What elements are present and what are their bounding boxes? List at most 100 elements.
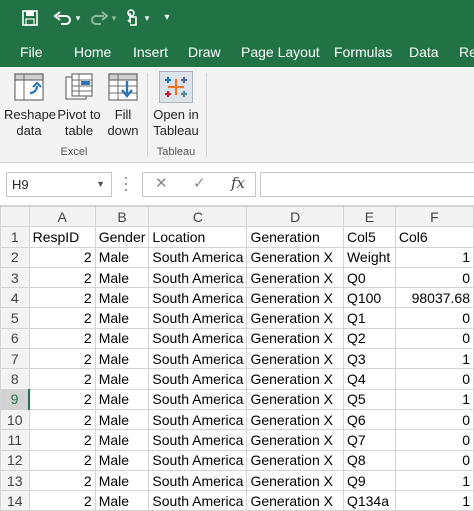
- cell[interactable]: Generation X: [246, 266, 344, 289]
- tab-review[interactable]: Re: [459, 38, 474, 67]
- cell[interactable]: Q8: [342, 449, 396, 471]
- column-header-e[interactable]: E: [342, 205, 396, 228]
- cell[interactable]: Col6: [394, 226, 474, 248]
- cell[interactable]: Q0: [342, 266, 396, 289]
- cell[interactable]: Q134a: [342, 490, 396, 511]
- pivot-to-table-button[interactable]: Pivot to table: [55, 71, 103, 139]
- tab-page-layout[interactable]: Page Layout: [241, 38, 320, 67]
- insert-function-icon[interactable]: fx: [231, 174, 245, 192]
- row-header[interactable]: 5: [0, 307, 30, 329]
- save-icon[interactable]: [18, 7, 42, 29]
- cell[interactable]: 1: [394, 246, 474, 268]
- column-header-b[interactable]: B: [94, 205, 150, 228]
- cell[interactable]: South America: [148, 307, 248, 329]
- formula-input[interactable]: [260, 172, 474, 197]
- cell[interactable]: Male: [94, 307, 150, 329]
- cell[interactable]: Male: [94, 246, 150, 268]
- cell[interactable]: Generation X: [246, 408, 344, 431]
- cell[interactable]: South America: [148, 327, 248, 350]
- cell[interactable]: 2: [28, 368, 96, 390]
- fill-down-button[interactable]: Fill down: [104, 71, 142, 139]
- undo-dropdown-icon[interactable]: ▾: [73, 7, 83, 29]
- cell[interactable]: Male: [94, 368, 150, 390]
- cell[interactable]: 2: [28, 348, 96, 370]
- cell[interactable]: 0: [394, 429, 474, 451]
- cell[interactable]: Generation X: [246, 348, 344, 370]
- cell[interactable]: 1: [394, 348, 474, 370]
- cell[interactable]: South America: [148, 287, 248, 309]
- cell[interactable]: 0: [394, 368, 474, 390]
- cell[interactable]: 0: [394, 266, 474, 289]
- cell[interactable]: South America: [148, 348, 248, 370]
- cell[interactable]: Male: [94, 266, 150, 289]
- open-in-tableau-button[interactable]: Open in Tableau: [151, 71, 201, 139]
- redo-icon[interactable]: [88, 7, 110, 29]
- cell[interactable]: 2: [28, 287, 96, 309]
- cell[interactable]: Col5: [342, 226, 396, 248]
- cell[interactable]: Q9: [342, 469, 396, 492]
- cell[interactable]: 1: [394, 490, 474, 511]
- cell[interactable]: South America: [148, 266, 248, 289]
- cell[interactable]: Q5: [342, 388, 396, 410]
- cell[interactable]: Q3: [342, 348, 396, 370]
- cell[interactable]: South America: [148, 388, 248, 410]
- cell[interactable]: 0: [394, 449, 474, 471]
- name-box[interactable]: H9 ▼: [6, 172, 112, 197]
- cell[interactable]: 2: [28, 307, 96, 329]
- row-header[interactable]: 11: [0, 429, 30, 451]
- tab-data[interactable]: Data: [409, 38, 439, 67]
- cell[interactable]: 2: [28, 429, 96, 451]
- cell[interactable]: 0: [394, 408, 474, 431]
- column-header-d[interactable]: D: [246, 205, 344, 228]
- cell[interactable]: Generation X: [246, 469, 344, 492]
- row-header[interactable]: 14: [0, 490, 30, 511]
- chevron-down-icon[interactable]: ▼: [96, 173, 105, 196]
- cell[interactable]: Location: [148, 226, 248, 248]
- cell[interactable]: 2: [28, 246, 96, 268]
- touch-mode-icon[interactable]: [122, 7, 142, 29]
- cell[interactable]: Generation X: [246, 287, 344, 309]
- cell[interactable]: 2: [28, 266, 96, 289]
- redo-dropdown-icon[interactable]: ▾: [109, 7, 119, 29]
- cell[interactable]: Male: [94, 327, 150, 350]
- cell[interactable]: Generation X: [246, 388, 344, 410]
- row-header[interactable]: 3: [0, 266, 30, 289]
- cell[interactable]: RespID: [28, 226, 96, 248]
- cell[interactable]: Gender: [94, 226, 150, 248]
- cell[interactable]: Generation X: [246, 490, 344, 511]
- row-header[interactable]: 8: [0, 368, 30, 390]
- cell[interactable]: Male: [94, 388, 150, 410]
- cell[interactable]: South America: [148, 246, 248, 268]
- undo-icon[interactable]: [52, 7, 74, 29]
- cell[interactable]: South America: [148, 469, 248, 492]
- cell[interactable]: Generation X: [246, 246, 344, 268]
- cell[interactable]: Male: [94, 469, 150, 492]
- cell[interactable]: 1: [394, 388, 474, 410]
- row-header[interactable]: 6: [0, 327, 30, 350]
- cell[interactable]: Male: [94, 429, 150, 451]
- row-header[interactable]: 1: [0, 226, 30, 248]
- cell[interactable]: South America: [148, 490, 248, 511]
- cell[interactable]: 2: [28, 490, 96, 511]
- cell[interactable]: Male: [94, 449, 150, 471]
- cell[interactable]: Q6: [342, 408, 396, 431]
- tab-draw[interactable]: Draw: [188, 38, 221, 67]
- tab-home[interactable]: Home: [74, 38, 111, 67]
- cell[interactable]: South America: [148, 408, 248, 431]
- cell[interactable]: 0: [394, 307, 474, 329]
- cell[interactable]: 0: [394, 327, 474, 350]
- cell[interactable]: Generation X: [246, 327, 344, 350]
- cancel-icon[interactable]: ✕: [155, 174, 168, 192]
- cell[interactable]: 2: [28, 327, 96, 350]
- cell[interactable]: Q1: [342, 307, 396, 329]
- cell[interactable]: 2: [28, 408, 96, 431]
- tab-file[interactable]: File: [20, 38, 43, 67]
- cell[interactable]: Generation X: [246, 449, 344, 471]
- cell[interactable]: South America: [148, 368, 248, 390]
- cell[interactable]: 2: [28, 388, 96, 410]
- cell[interactable]: 2: [28, 449, 96, 471]
- cell[interactable]: Generation: [246, 226, 344, 248]
- cell[interactable]: Generation X: [246, 368, 344, 390]
- row-header[interactable]: 13: [0, 469, 30, 492]
- cell[interactable]: 1: [394, 469, 474, 492]
